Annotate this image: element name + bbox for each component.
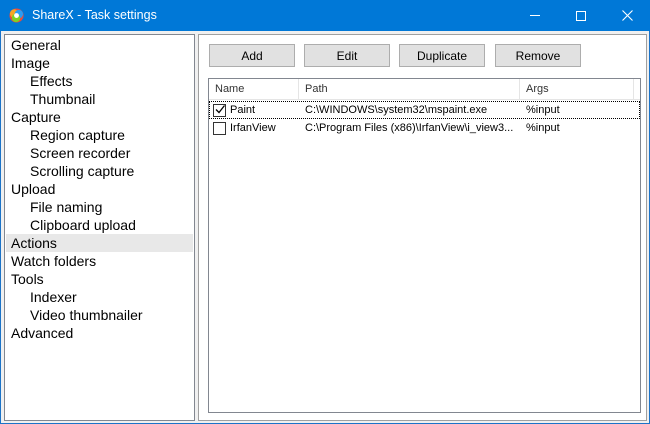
row-name: Paint [230, 104, 256, 116]
tree-item-scrolling-capture[interactable]: Scrolling capture [6, 162, 193, 180]
tree-item-image[interactable]: Image [6, 54, 193, 72]
actions-panel: Add Edit Duplicate Remove Name Path Args… [198, 34, 647, 421]
row-checkbox[interactable] [213, 122, 226, 135]
tree-item-file-naming[interactable]: File naming [6, 198, 193, 216]
tree-item-upload[interactable]: Upload [6, 180, 193, 198]
add-button[interactable]: Add [209, 44, 295, 67]
tree-item-screen-recorder[interactable]: Screen recorder [6, 144, 193, 162]
tree-item-actions[interactable]: Actions [6, 234, 193, 252]
maximize-icon [576, 10, 586, 21]
tree-item-indexer[interactable]: Indexer [6, 288, 193, 306]
list-header: Name Path Args [209, 79, 640, 100]
close-icon [621, 10, 633, 21]
tree-item-advanced[interactable]: Advanced [6, 324, 193, 342]
minimize-icon [530, 15, 540, 16]
tree-item-effects[interactable]: Effects [6, 72, 193, 90]
row-args: %input [526, 104, 560, 116]
tree-item-watch-folders[interactable]: Watch folders [6, 252, 193, 270]
list-item[interactable]: IrfanView C:\Program Files (x86)\IrfanVi… [209, 119, 640, 137]
window-title: ShareX - Task settings [32, 8, 157, 22]
tree-item-video-thumbnailer[interactable]: Video thumbnailer [6, 306, 193, 324]
row-args: %input [526, 122, 560, 134]
checkmark-icon [215, 105, 225, 114]
settings-tree[interactable]: General Image Effects Thumbnail Capture … [4, 34, 195, 421]
duplicate-button[interactable]: Duplicate [399, 44, 485, 67]
column-header-args[interactable]: Args [520, 79, 634, 100]
actions-list[interactable]: Name Path Args Paint C:\WINDOWS\system32… [208, 78, 641, 413]
tree-item-general[interactable]: General [6, 36, 193, 54]
sharex-logo-icon [9, 8, 24, 23]
row-path: C:\Program Files (x86)\IrfanView\i_view3… [305, 122, 514, 134]
column-header-name[interactable]: Name [209, 79, 299, 100]
tree-item-capture[interactable]: Capture [6, 108, 193, 126]
tree-item-clipboard-upload[interactable]: Clipboard upload [6, 216, 193, 234]
tree-item-tools[interactable]: Tools [6, 270, 193, 288]
remove-button[interactable]: Remove [495, 44, 581, 67]
list-item[interactable]: Paint C:\WINDOWS\system32\mspaint.exe %i… [209, 101, 640, 119]
column-header-path[interactable]: Path [299, 79, 520, 100]
row-checkbox[interactable] [213, 104, 226, 117]
row-name: IrfanView [230, 122, 276, 134]
close-button[interactable] [604, 0, 650, 31]
tree-item-thumbnail[interactable]: Thumbnail [6, 90, 193, 108]
tree-item-region-capture[interactable]: Region capture [6, 126, 193, 144]
edit-button[interactable]: Edit [304, 44, 390, 67]
row-path: C:\WINDOWS\system32\mspaint.exe [305, 104, 488, 116]
minimize-button[interactable] [512, 0, 558, 31]
maximize-button[interactable] [558, 0, 604, 31]
title-bar[interactable]: ShareX - Task settings [0, 0, 650, 31]
